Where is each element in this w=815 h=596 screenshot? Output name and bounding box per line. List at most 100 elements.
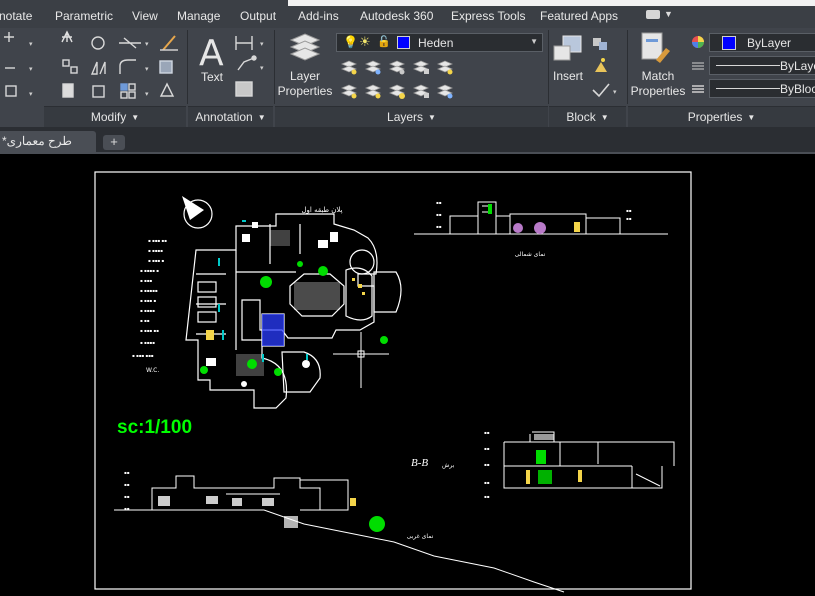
annotation-panel-title[interactable]: Annotation ▼ <box>188 106 273 127</box>
svg-text:▾: ▾ <box>260 40 264 48</box>
layer-properties-label-2[interactable]: Properties <box>276 84 334 99</box>
svg-text:▪▪: ▪▪ <box>436 200 442 205</box>
svg-text:▪▪: ▪▪ <box>484 494 490 499</box>
svg-text:▪▪: ▪▪ <box>484 480 490 485</box>
svg-text:▪▪: ▪▪ <box>124 470 130 475</box>
svg-text:▪ ▪▪▪ ▪▪: ▪ ▪▪▪ ▪▪ <box>148 238 167 243</box>
sheet-border <box>94 171 692 590</box>
lineweight-value: ByBlock <box>780 82 815 96</box>
unlock-icon: 🔓 <box>377 36 391 48</box>
svg-text:▾: ▾ <box>29 40 33 48</box>
properties-panel-title[interactable]: Properties ▼ <box>628 106 815 127</box>
west-elevation <box>114 475 565 593</box>
property-row-icons <box>692 36 704 93</box>
north-elevation-title: نمای شمالی <box>515 251 546 258</box>
svg-text:▪ ▪▪▪ ▪: ▪ ▪▪▪ ▪ <box>148 258 164 263</box>
linetype-dropdown[interactable]: ByLayer <box>709 56 815 75</box>
menu-manage[interactable]: Manage <box>177 9 220 23</box>
panel-divider <box>187 30 188 104</box>
menu-add-ins[interactable]: Add-ins <box>298 9 339 23</box>
svg-text:A: A <box>199 33 224 72</box>
linetype-value: ByLayer <box>780 59 815 73</box>
block-panel-title[interactable]: Block ▼ <box>549 106 626 127</box>
new-tab-button[interactable]: + <box>103 135 125 150</box>
pool <box>262 314 284 346</box>
svg-text:▪▪: ▪▪ <box>484 462 490 467</box>
linetype-line <box>716 65 780 66</box>
svg-text:▪▪: ▪▪ <box>626 208 632 213</box>
modify-tools-icons[interactable]: ▾ ▾ ▾ ▾ ▾ ▾ <box>0 28 190 106</box>
svg-text:▪▪: ▪▪ <box>436 224 442 229</box>
svg-text:▾: ▾ <box>29 65 33 73</box>
color-dropdown[interactable]: ByLayer <box>709 33 815 52</box>
layer-dropdown[interactable]: 💡 ☀ 🔓 Heden ▼ <box>336 33 543 52</box>
svg-text:▪▪: ▪▪ <box>124 494 130 499</box>
color-value: ByLayer <box>747 36 792 50</box>
match-properties-icon[interactable] <box>638 30 674 70</box>
move-icon <box>4 32 14 42</box>
svg-text:▪▪: ▪▪ <box>484 446 490 451</box>
wc-label: W.C. <box>146 367 159 374</box>
svg-text:▪▪: ▪▪ <box>124 482 130 487</box>
menu-output[interactable]: Output <box>240 9 276 23</box>
svg-text:▪ ▪▪▪ ▪▪▪: ▪ ▪▪▪ ▪▪▪ <box>132 353 154 358</box>
layer-tools-icons[interactable] <box>336 56 536 104</box>
svg-text:▾: ▾ <box>29 90 33 98</box>
title-strip <box>288 0 815 6</box>
svg-text:▪▪: ▪▪ <box>124 506 130 511</box>
svg-text:▪ ▪▪: ▪ ▪▪ <box>140 318 150 323</box>
svg-text:▾: ▾ <box>260 64 264 72</box>
color-swatch <box>722 36 736 50</box>
menu-autodesk-360[interactable]: Autodesk 360 <box>360 9 433 23</box>
menu-view[interactable]: View <box>132 9 158 23</box>
tree-icon <box>369 516 385 532</box>
section-label: B-B <box>411 457 428 469</box>
layers-panel-title[interactable]: Layers ▼ <box>275 106 548 127</box>
svg-text:▾: ▾ <box>145 90 149 98</box>
menu-parametric[interactable]: Parametric <box>55 9 113 23</box>
ribbon: ▾ ▾ ▾ ▾ ▾ ▾ Modify ▼ A Text ▾ ▾ Annotation ▼ La… <box>0 28 815 127</box>
help-toggle-icon[interactable] <box>646 10 660 19</box>
svg-text:▪ ▪▪▪▪: ▪ ▪▪▪▪ <box>140 308 155 313</box>
panel-divider <box>548 30 549 104</box>
west-elevation-details: ▪▪ ▪▪ ▪▪ ▪▪ <box>124 470 356 528</box>
menu-annotate[interactable]: notate <box>0 9 32 23</box>
plan-title: پلان طبقه اول <box>301 206 342 214</box>
section-details: ▪▪ ▪▪ ▪▪ ▪▪ ▪▪ <box>484 430 582 499</box>
layer-properties-label-1[interactable]: Layer <box>276 69 334 84</box>
svg-text:▾: ▾ <box>145 65 149 73</box>
menu-featured-apps[interactable]: Featured Apps <box>540 9 618 23</box>
match-properties-label-1[interactable]: Match <box>628 69 688 84</box>
plan-accents <box>206 278 365 340</box>
svg-text:▪ ▪▪▪▪: ▪ ▪▪▪▪ <box>148 248 163 253</box>
text-icon[interactable]: A <box>196 32 228 72</box>
drawing-canvas[interactable]: پلان طبقه اول ▪ ▪▪▪ ▪▪▪ ▪▪▪▪▪ ▪▪▪ ▪ ▪ ▪▪… <box>0 154 815 596</box>
sun-icon: ☀ <box>359 34 371 49</box>
insert-button-label[interactable]: Insert <box>549 69 587 84</box>
svg-text:▪ ▪▪▪▪ ▪: ▪ ▪▪▪▪ ▪ <box>140 268 159 273</box>
west-elevation-title: نمای غربی <box>407 533 434 540</box>
north-arrow-icon <box>182 196 213 229</box>
menu-express-tools[interactable]: Express Tools <box>451 9 525 23</box>
document-tab[interactable]: طرح معماری* <box>0 131 96 152</box>
lineweight-line <box>716 88 780 89</box>
svg-text:▪ ▪▪▪▪▪: ▪ ▪▪▪▪▪ <box>140 288 158 293</box>
text-button-label[interactable]: Text <box>196 70 228 85</box>
layer-color-swatch <box>397 36 410 49</box>
block-tools-icons[interactable]: ▾ <box>589 32 623 102</box>
insert-block-icon[interactable] <box>551 30 587 68</box>
svg-text:▾: ▾ <box>145 40 149 48</box>
current-layer-name: Heden <box>418 36 454 50</box>
lineweight-dropdown[interactable]: ByBlock <box>709 79 815 98</box>
annotation-tools-icons[interactable]: ▾▾ <box>232 32 270 102</box>
layer-properties-icon[interactable] <box>285 30 325 68</box>
modify-panel-title[interactable]: Modify ▼ <box>44 106 186 127</box>
match-properties-label-2[interactable]: Properties <box>628 84 688 99</box>
svg-text:▪▪: ▪▪ <box>436 212 442 217</box>
document-tab-bar: طرح معماری* + <box>0 127 815 154</box>
svg-text:▪ ▪▪▪: ▪ ▪▪▪ <box>140 278 152 283</box>
plan-hatch <box>236 230 340 376</box>
chevron-down-icon: ▼ <box>530 37 538 46</box>
svg-text:▪ ▪▪▪ ▪: ▪ ▪▪▪ ▪ <box>140 298 156 303</box>
chevron-down-icon[interactable]: ▼ <box>664 9 673 19</box>
